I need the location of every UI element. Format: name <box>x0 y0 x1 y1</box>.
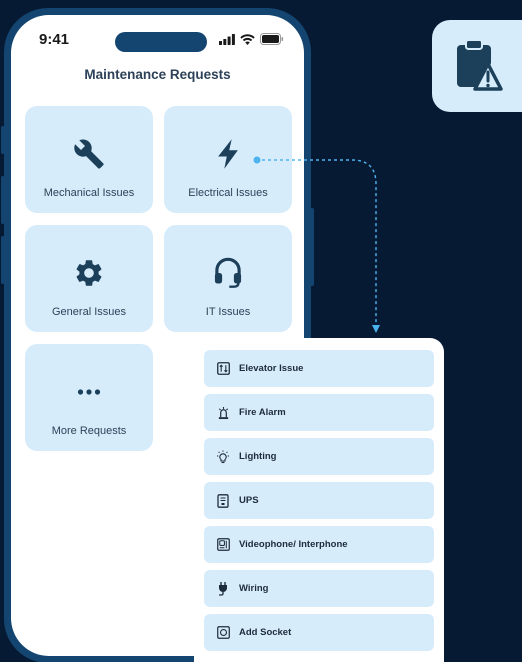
videophone-icon <box>216 538 230 551</box>
status-time: 9:41 <box>39 31 70 48</box>
electrical-submenu: Elevator Issue Fire Alarm Lighting UPS V… <box>194 338 444 662</box>
status-icons <box>219 33 284 45</box>
wifi-icon <box>240 33 255 45</box>
dynamic-island <box>115 32 207 52</box>
menu-item-label: Elevator Issue <box>239 363 304 374</box>
headset-icon <box>214 257 242 288</box>
menu-item-label: Wiring <box>239 583 269 594</box>
socket-icon <box>216 626 230 639</box>
ups-icon <box>217 493 229 508</box>
menu-item-ups[interactable]: UPS <box>204 482 434 519</box>
elevator-icon <box>216 362 230 375</box>
fire-alarm-icon <box>218 406 228 419</box>
tile-general-issues[interactable]: General Issues <box>25 225 153 332</box>
tile-it-issues[interactable]: IT Issues <box>164 225 292 332</box>
menu-item-label: Add Socket <box>239 627 292 638</box>
menu-item-add-socket[interactable]: Add Socket <box>204 614 434 651</box>
lightning-icon <box>218 139 238 169</box>
menu-item-label: Videophone/ Interphone <box>239 539 348 550</box>
clipboard-alert-badge <box>432 20 522 112</box>
tile-label: IT Issues <box>205 306 251 318</box>
tile-more-requests[interactable]: More Requests <box>25 344 153 451</box>
signal-icon <box>219 33 235 45</box>
more-dots-icon <box>77 389 101 395</box>
menu-item-videophone-interphone[interactable]: Videophone/ Interphone <box>204 526 434 563</box>
battery-icon <box>260 33 284 45</box>
tile-label: More Requests <box>51 425 127 437</box>
lightbulb-icon <box>217 450 229 463</box>
wrench-icon <box>74 139 104 169</box>
tile-mechanical-issues[interactable]: Mechanical Issues <box>25 106 153 213</box>
menu-item-label: UPS <box>239 495 259 506</box>
page-title: Maintenance Requests <box>84 67 231 82</box>
menu-item-label: Lighting <box>239 451 277 462</box>
tile-label: Mechanical Issues <box>43 187 135 199</box>
tile-label: Electrical Issues <box>188 187 268 199</box>
menu-item-lighting[interactable]: Lighting <box>204 438 434 475</box>
tile-electrical-issues[interactable]: Electrical Issues <box>164 106 292 213</box>
clipboard-alert-icon <box>457 39 503 91</box>
menu-item-fire-alarm[interactable]: Fire Alarm <box>204 394 434 431</box>
menu-item-label: Fire Alarm <box>239 407 286 418</box>
tile-label: General Issues <box>52 306 126 318</box>
menu-item-wiring[interactable]: Wiring <box>204 570 434 607</box>
menu-item-elevator-issue[interactable]: Elevator Issue <box>204 350 434 387</box>
plug-icon <box>219 582 227 596</box>
gear-icon <box>76 260 102 286</box>
